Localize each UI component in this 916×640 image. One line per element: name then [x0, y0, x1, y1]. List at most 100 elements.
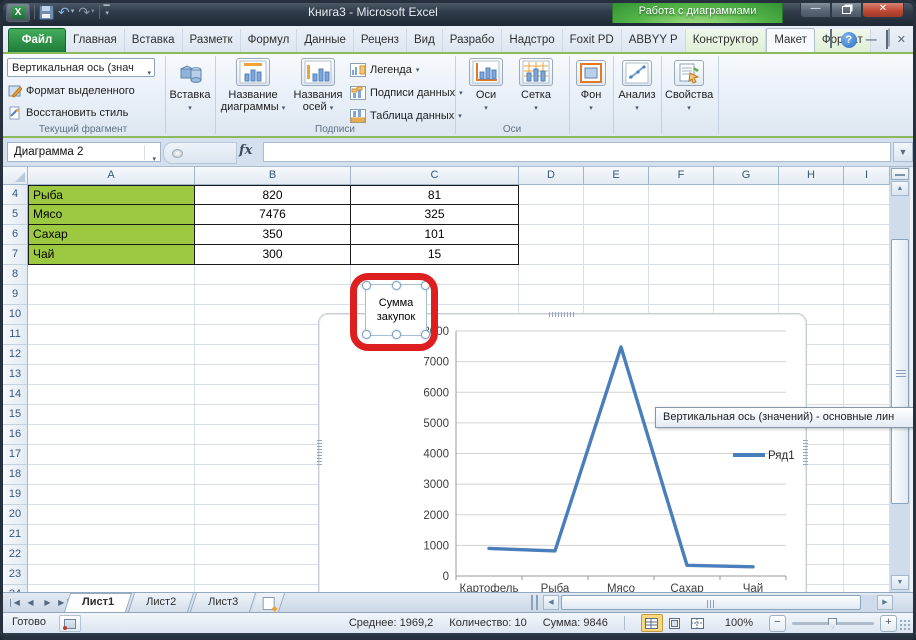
grid-cell[interactable]: [28, 265, 195, 285]
undo-button[interactable]: ↶▾: [58, 3, 74, 21]
row-header[interactable]: 11: [3, 325, 28, 345]
column-header[interactable]: I: [844, 167, 890, 185]
grid-cell[interactable]: 300: [195, 245, 351, 265]
grid-cell[interactable]: [779, 285, 844, 305]
column-header[interactable]: D: [519, 167, 584, 185]
grid-cell[interactable]: [844, 585, 890, 592]
resize-handle-top[interactable]: [549, 312, 575, 317]
chart-object[interactable]: 010002000300040005000600070008000Картофе…: [318, 313, 807, 592]
grid-cell[interactable]: [649, 245, 714, 265]
scroll-up-arrow[interactable]: ▲: [891, 181, 909, 196]
ribbon-tab[interactable]: Реценз: [354, 29, 407, 52]
grid-cell[interactable]: [584, 285, 649, 305]
zoom-slider[interactable]: [792, 622, 874, 625]
grid-cell[interactable]: [28, 345, 195, 365]
grid-cell[interactable]: [844, 185, 890, 205]
grid-cell[interactable]: Чай: [28, 245, 195, 265]
ribbon-tab[interactable]: Макет: [766, 28, 815, 52]
workbook-close-button[interactable]: ✕: [897, 33, 906, 47]
row-header[interactable]: 19: [3, 485, 28, 505]
resize-grip[interactable]: [899, 619, 911, 631]
gridlines-button[interactable]: Сетка▾: [514, 58, 558, 115]
grid-cell[interactable]: [844, 245, 890, 265]
grid-cell[interactable]: [584, 265, 649, 285]
ribbon-tab[interactable]: Разметк: [183, 29, 241, 52]
sheet-tab[interactable]: Лист3: [190, 593, 256, 612]
grid-cell[interactable]: [28, 325, 195, 345]
scroll-right-arrow[interactable]: ▶: [877, 595, 893, 610]
grid-cell[interactable]: [844, 565, 890, 585]
axes-button[interactable]: Оси▾: [466, 58, 506, 115]
grid-cell[interactable]: [649, 225, 714, 245]
grid-cell[interactable]: [519, 185, 584, 205]
properties-button[interactable]: Свойства▾: [665, 60, 713, 115]
reset-style-button[interactable]: Восстановить стиль: [8, 103, 128, 123]
ribbon-tab[interactable]: Конструктор: [686, 29, 767, 52]
column-header[interactable]: G: [714, 167, 779, 185]
grid-cell[interactable]: [844, 385, 890, 405]
app-menu-button[interactable]: X: [6, 3, 30, 22]
first-sheet-button[interactable]: ❘◀: [6, 595, 21, 610]
ribbon-tab[interactable]: ABBYY P: [622, 29, 686, 52]
row-header[interactable]: 4: [3, 185, 28, 205]
horizontal-scroll-thumb[interactable]: [561, 595, 861, 610]
save-button[interactable]: [39, 5, 54, 20]
vertical-scroll-thumb[interactable]: [891, 239, 909, 504]
grid-cell[interactable]: 7476: [195, 205, 351, 225]
horizontal-scrollbar[interactable]: [559, 595, 877, 610]
grid-cell[interactable]: Сахар: [28, 225, 195, 245]
grid-cell[interactable]: [779, 265, 844, 285]
column-header[interactable]: H: [779, 167, 844, 185]
resize-handle-left[interactable]: [317, 440, 322, 466]
grid-cell[interactable]: [28, 485, 195, 505]
grid-cell[interactable]: [195, 285, 351, 305]
grid-cell[interactable]: [779, 245, 844, 265]
grid-cell[interactable]: [844, 465, 890, 485]
grid-cell[interactable]: [714, 225, 779, 245]
workbook-restore-button[interactable]: [886, 31, 888, 49]
grid-cell[interactable]: [714, 245, 779, 265]
sheet-tab[interactable]: Лист1: [64, 593, 132, 612]
row-header[interactable]: 5: [3, 205, 28, 225]
sheet-tab[interactable]: Лист2: [128, 593, 194, 612]
grid-cell[interactable]: [28, 385, 195, 405]
scroll-down-arrow[interactable]: ▼: [891, 575, 909, 590]
format-selection-button[interactable]: Формат выделенного: [8, 81, 135, 101]
grid-cell[interactable]: [844, 365, 890, 385]
grid-cell[interactable]: [519, 225, 584, 245]
grid-cell[interactable]: Рыба: [28, 185, 195, 205]
row-header[interactable]: 21: [3, 525, 28, 545]
grid-cell[interactable]: [28, 545, 195, 565]
row-header[interactable]: 8: [3, 265, 28, 285]
row-header[interactable]: 10: [3, 305, 28, 325]
grid-cell[interactable]: [28, 405, 195, 425]
name-box[interactable]: Диаграмма 2 ▾: [7, 142, 161, 162]
grid-cell[interactable]: [844, 265, 890, 285]
grid-cell[interactable]: [714, 285, 779, 305]
grid-cell[interactable]: 325: [351, 205, 519, 225]
grid-cell[interactable]: [28, 585, 195, 592]
ribbon-tab[interactable]: Foxit PD: [563, 29, 622, 52]
row-header[interactable]: 7: [3, 245, 28, 265]
grid-cell[interactable]: [28, 565, 195, 585]
grid-cell[interactable]: [584, 245, 649, 265]
grid-cell[interactable]: [714, 185, 779, 205]
grid-cell[interactable]: 101: [351, 225, 519, 245]
grid-cell[interactable]: [519, 285, 584, 305]
ribbon-tab[interactable]: Вид: [407, 29, 443, 52]
next-sheet-button[interactable]: ▶: [40, 595, 55, 610]
chart-title-button[interactable]: Название диаграммы ▾: [219, 58, 287, 115]
row-header[interactable]: 14: [3, 385, 28, 405]
grid-cell[interactable]: [844, 205, 890, 225]
grid-cell[interactable]: [28, 305, 195, 325]
grid-cell[interactable]: [844, 545, 890, 565]
workbook-minimize-button[interactable]: —: [866, 33, 877, 47]
tab-split-handle[interactable]: [531, 595, 538, 610]
column-header[interactable]: C: [351, 167, 519, 185]
insert-button[interactable]: Вставка▾: [168, 60, 212, 115]
grid-cell[interactable]: [195, 265, 351, 285]
legend-button[interactable]: Легенда▾: [350, 60, 419, 80]
row-header[interactable]: 16: [3, 425, 28, 445]
grid-cell[interactable]: [714, 205, 779, 225]
resize-handle-right[interactable]: [803, 440, 808, 466]
